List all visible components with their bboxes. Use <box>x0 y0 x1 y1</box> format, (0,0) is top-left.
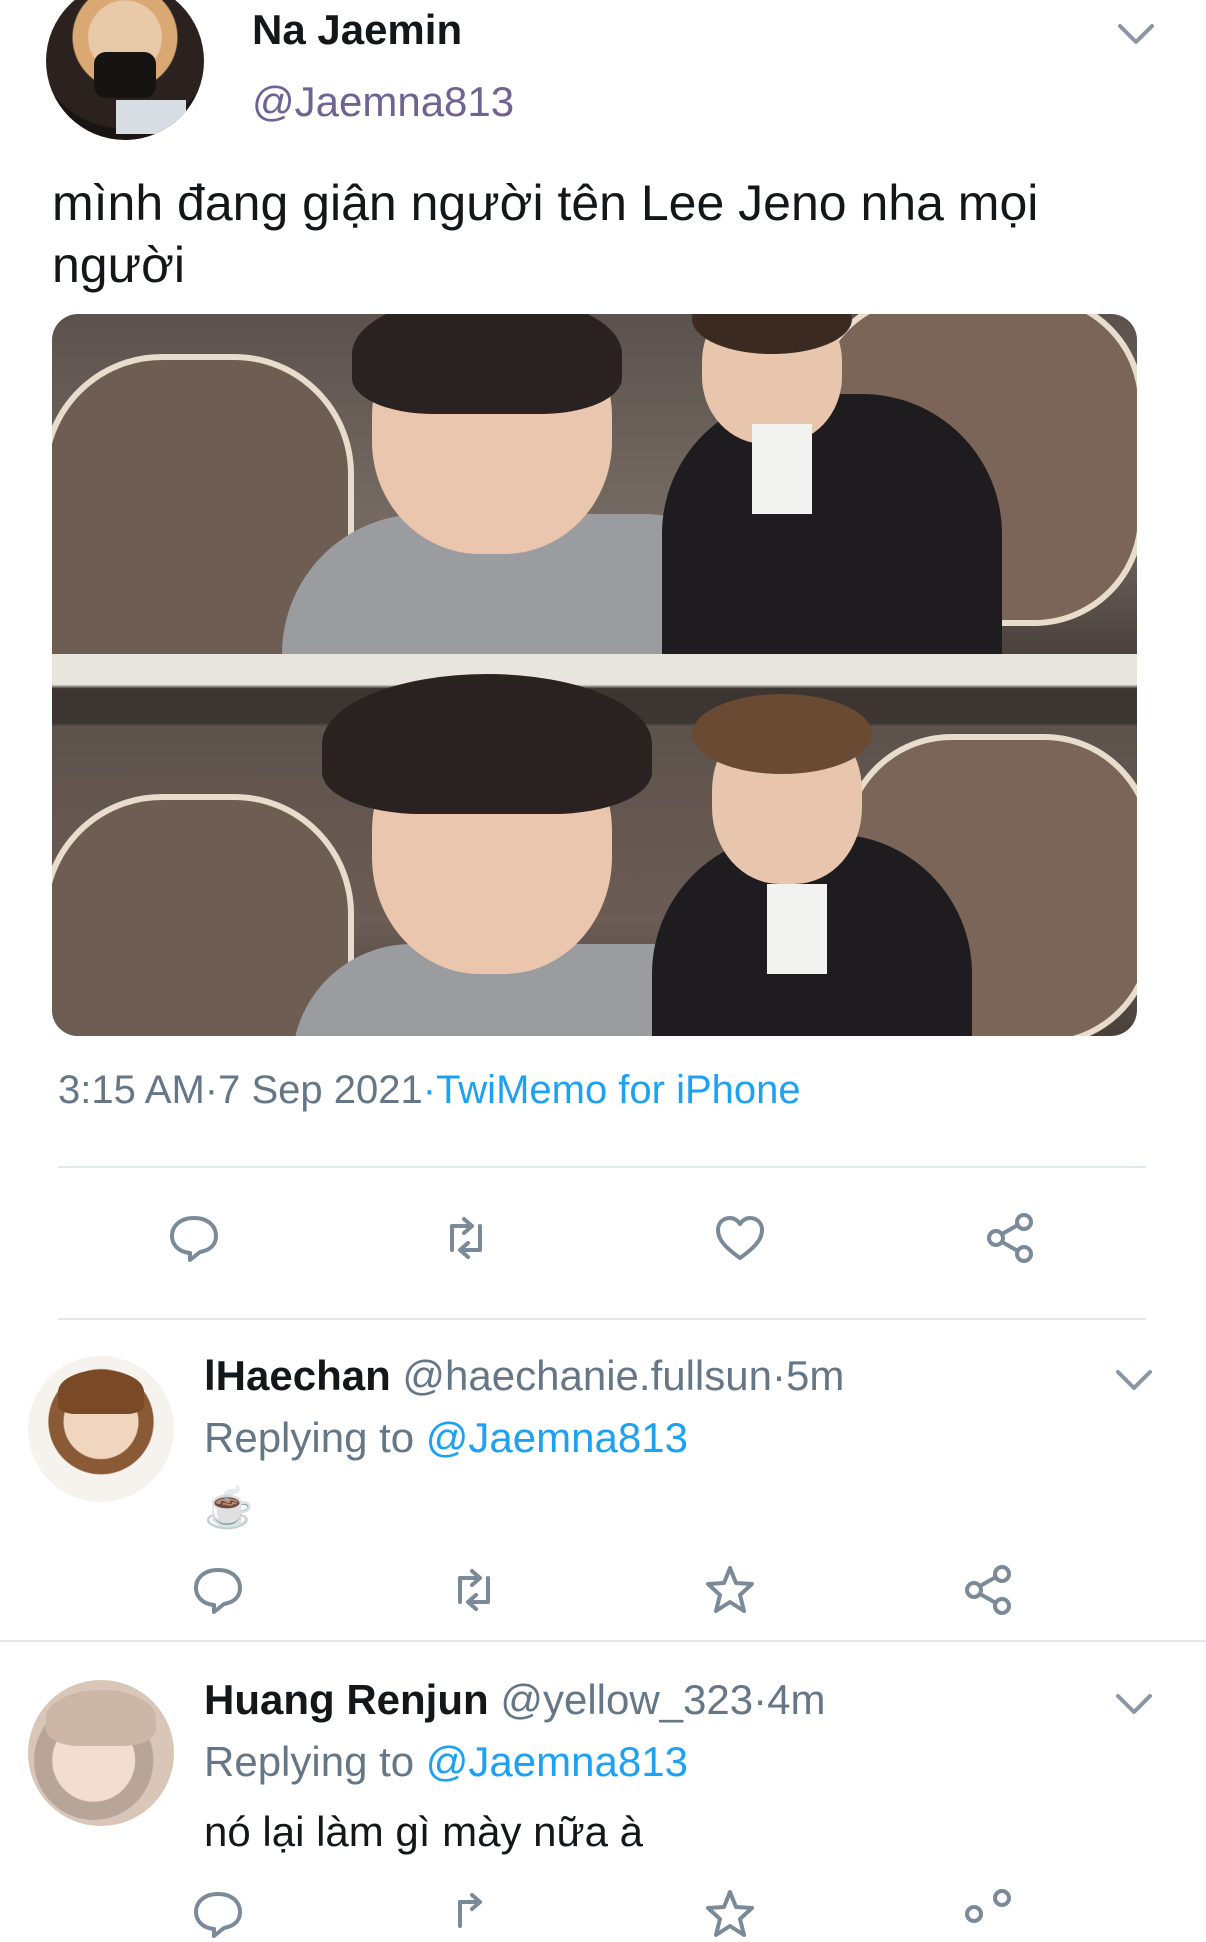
reply-text: nó lại làm gì mày nữa à <box>204 1808 643 1855</box>
chevron-down-icon[interactable] <box>1112 1688 1156 1718</box>
retweet-icon[interactable] <box>438 1210 494 1266</box>
reply-author-name[interactable]: lHaechan <box>204 1352 391 1399</box>
tweet-meta: 3:15 AM·7 Sep 2021·TwiMemo for iPhone <box>58 1068 801 1113</box>
chevron-down-icon[interactable] <box>1112 1364 1156 1394</box>
author-handle[interactable]: @Jaemna813 <box>252 78 514 126</box>
replying-to: Replying to @Jaemna813 <box>204 1738 688 1786</box>
tweet-source-link[interactable]: TwiMemo for iPhone <box>436 1068 801 1112</box>
replying-to-label: Replying to <box>204 1738 415 1785</box>
replying-to-label: Replying to <box>204 1414 415 1461</box>
retweet-icon[interactable] <box>446 1886 502 1942</box>
star-icon[interactable] <box>702 1562 758 1618</box>
meta-separator: · <box>422 1068 437 1112</box>
divider <box>58 1166 1146 1168</box>
reply-icon[interactable] <box>166 1210 222 1266</box>
reply-author-name[interactable]: Huang Renjun <box>204 1676 489 1723</box>
share-icon[interactable] <box>960 1562 1016 1618</box>
meta-separator: · <box>771 1352 786 1399</box>
reply-icon[interactable] <box>190 1886 246 1942</box>
retweet-icon[interactable] <box>446 1562 502 1618</box>
reply-icon[interactable] <box>190 1562 246 1618</box>
chevron-down-icon[interactable] <box>1114 18 1158 48</box>
reply-text: ☕ <box>204 1486 254 1530</box>
author-avatar[interactable] <box>46 0 204 140</box>
tweet-time: 3:15 AM <box>58 1068 205 1112</box>
divider <box>58 1318 1146 1320</box>
reply-avatar[interactable] <box>28 1356 174 1502</box>
photo-frame-bottom <box>52 654 1137 1036</box>
share-icon[interactable] <box>960 1886 1016 1942</box>
reply-avatar[interactable] <box>28 1680 174 1826</box>
reply-age: 4m <box>767 1676 826 1723</box>
reply-age: 5m <box>785 1352 845 1399</box>
reply-header: lHaechan @haechanie.fullsun·5m <box>204 1352 844 1400</box>
tweet-photo[interactable] <box>52 314 1137 1036</box>
tweet-text: mình đang giận người tên Lee Jeno nha mọ… <box>52 175 1039 293</box>
meta-separator: · <box>753 1676 768 1723</box>
tweet-date: 7 Sep 2021 <box>218 1068 423 1112</box>
reply-author-handle[interactable]: @yellow_323 <box>500 1676 753 1723</box>
photo-frame-top <box>52 314 1137 686</box>
divider <box>0 1640 1206 1642</box>
author-name[interactable]: Na Jaemin <box>252 6 462 54</box>
star-icon[interactable] <box>702 1886 758 1942</box>
heart-icon[interactable] <box>712 1210 768 1266</box>
replying-to-handle[interactable]: @Jaemna813 <box>426 1738 688 1785</box>
replying-to-handle[interactable]: @Jaemna813 <box>426 1414 688 1461</box>
reply-author-handle[interactable]: @haechanie.fullsun <box>402 1352 772 1399</box>
meta-separator: · <box>204 1068 219 1112</box>
replying-to: Replying to @Jaemna813 <box>204 1414 688 1462</box>
reply-header: Huang Renjun @yellow_323·4m <box>204 1676 825 1724</box>
share-icon[interactable] <box>982 1210 1038 1266</box>
